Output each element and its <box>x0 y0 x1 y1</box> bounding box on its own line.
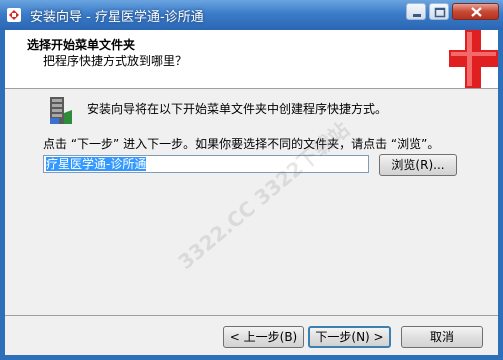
back-button[interactable]: < 上一步(B) <box>223 326 304 348</box>
maximize-button[interactable] <box>429 3 449 20</box>
wizard-header: 选择开始菜单文件夹 把程序快捷方式放到哪里？ <box>5 30 498 89</box>
footer-divider <box>5 315 498 316</box>
close-button[interactable] <box>452 3 499 20</box>
start-menu-folder-icon <box>50 97 72 124</box>
page-title: 选择开始菜单文件夹 <box>27 38 136 52</box>
browse-button[interactable]: 浏览(R)... <box>379 154 457 176</box>
title-bar[interactable]: 安装向导 - 疗星医学通-诊所通 <box>0 0 503 30</box>
close-icon <box>471 7 482 17</box>
browse-instruction: 点击 “下一步” 进入下一步。如果你要选择不同的文件夹，请点击 “浏览”。 <box>43 137 440 151</box>
next-button[interactable]: 下一步(N) > <box>308 326 391 348</box>
installer-window: 安装向导 - 疗星医学通-诊所通 选择开始菜单文件夹 把程序快捷方式放到哪里？ <box>0 0 503 360</box>
cancel-button[interactable]: 取消 <box>401 326 483 348</box>
minimize-button[interactable] <box>406 3 426 20</box>
window-title: 安装向导 - 疗星医学通-诊所通 <box>30 10 204 25</box>
folder-input-value: 疗星医学通-诊所通 <box>46 157 147 171</box>
minimize-icon <box>413 14 421 17</box>
app-icon <box>7 8 21 22</box>
folder-description: 安装向导将在以下开始菜单文件夹中创建程序快捷方式。 <box>87 102 388 116</box>
red-cross-logo-icon <box>443 30 498 88</box>
maximize-icon <box>434 7 446 18</box>
wizard-client-area: 选择开始菜单文件夹 把程序快捷方式放到哪里？ 安装向导将在以下开始菜单文件夹中创… <box>5 30 498 355</box>
page-subtitle: 把程序快捷方式放到哪里？ <box>43 54 188 68</box>
